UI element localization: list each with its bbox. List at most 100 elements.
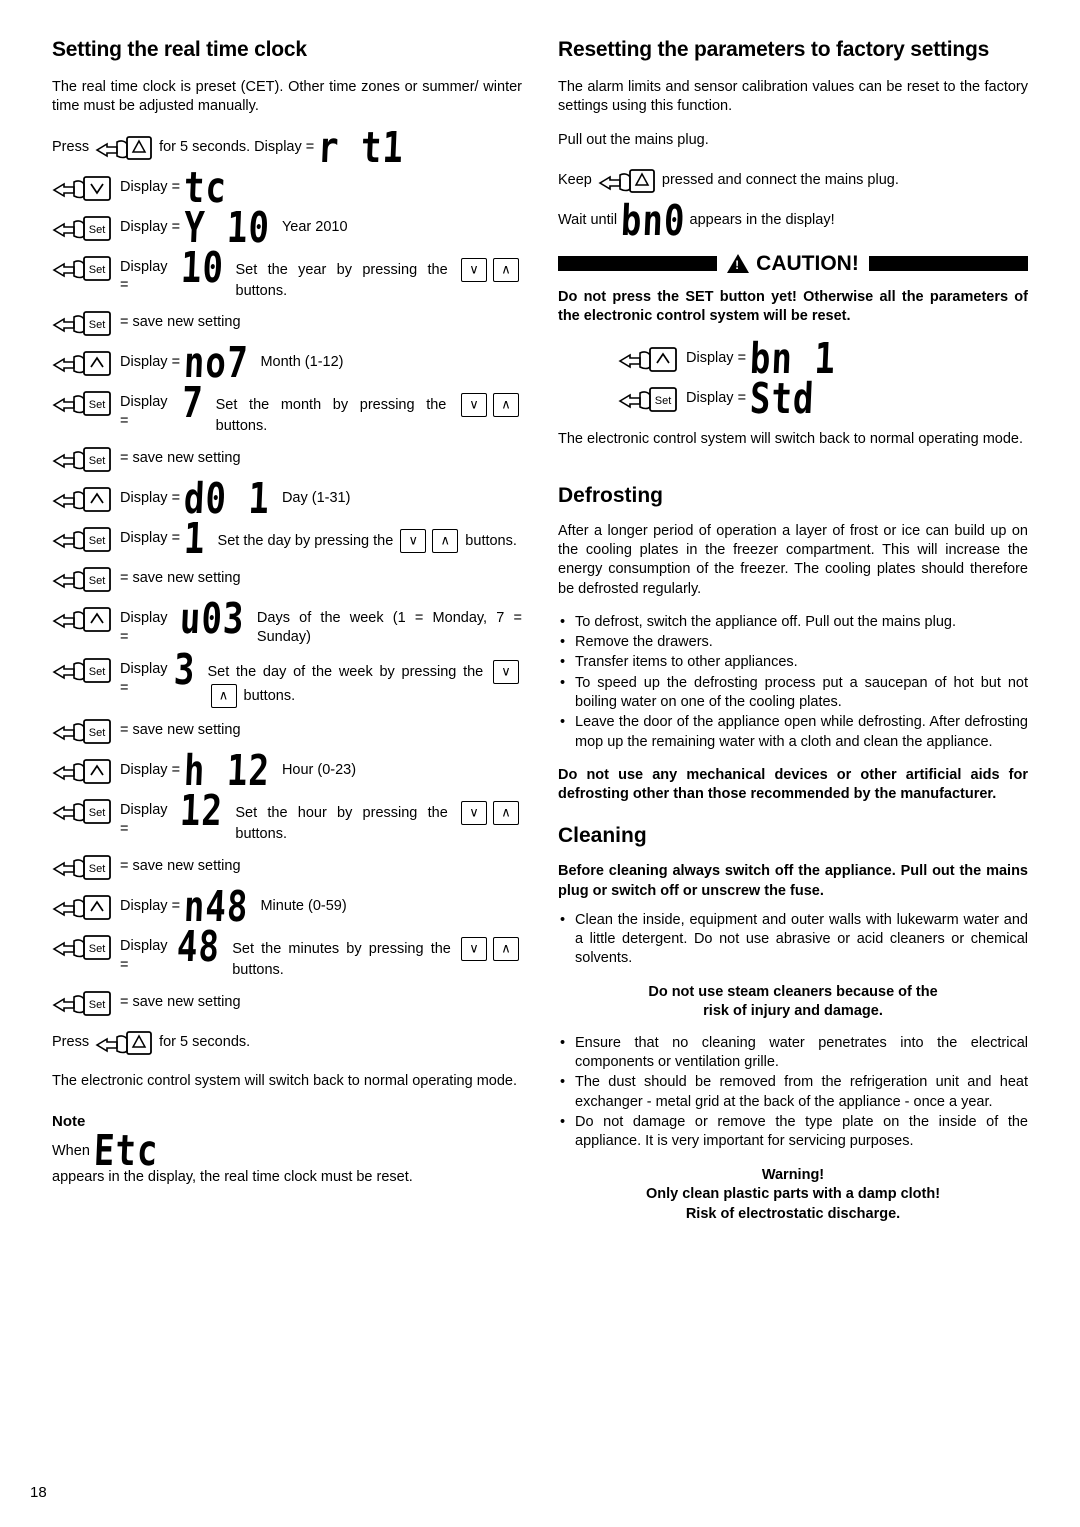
svg-text:Set: Set xyxy=(89,807,106,819)
caution-bar-right xyxy=(868,256,1028,272)
up-key-inline[interactable]: ∧ xyxy=(210,683,237,708)
warning-line-1: Only clean plastic parts with a damp clo… xyxy=(645,1186,941,1203)
step-press-alarm: Press for 5 seconds. Display = r t1 xyxy=(52,123,522,173)
hand-press-set-icon: Set xyxy=(52,211,114,245)
hand-press-up-icon xyxy=(618,342,680,376)
reset-step-0: Display = bn 1 xyxy=(618,334,1028,384)
clock-step-note-11: Set the day of the week by pressing the … xyxy=(208,653,523,708)
press-post-label: for 5 seconds. Display = xyxy=(159,138,315,155)
hand-press-up-icon xyxy=(52,482,114,516)
hand-press-up-icon xyxy=(52,602,114,636)
clock-step-17: Set Display = 48 Set the minutes by pressin… xyxy=(52,922,522,980)
clock-step-label-5: Display = xyxy=(120,394,168,430)
section-title-defrosting: Defrosting xyxy=(558,483,663,507)
hand-press-set-icon: Set xyxy=(52,794,114,828)
clock-step-16: Display = n48 Minute (0-59) xyxy=(52,882,522,932)
display-value-rt1: r t1 xyxy=(317,122,406,173)
cleaning-2-bullet-0: Ensure that no cleaning water penetrates… xyxy=(558,1034,1028,1073)
cleaning-2-bullet-2: Do not damage or remove the type plate o… xyxy=(558,1113,1028,1152)
down-key-inline[interactable]: ∨ xyxy=(461,800,487,825)
clock-step-display-2: 10 xyxy=(179,242,225,293)
section-title-setting-clock: Setting the real time clock xyxy=(52,38,307,61)
cleaning-bullet-list-2: Ensure that no cleaning water penetrates… xyxy=(558,1034,1028,1152)
clock-step-3: Set = save new setting xyxy=(52,306,522,340)
clock-step-label-14: Display = xyxy=(120,801,168,837)
svg-text:Set: Set xyxy=(89,535,106,547)
display-value-bn0: bn0 xyxy=(620,195,687,246)
clock-step-label-16: Display = xyxy=(120,897,181,914)
up-key-inline[interactable]: ∧ xyxy=(493,257,519,282)
down-key-inline[interactable]: ∨ xyxy=(461,257,487,282)
hand-press-set-icon: Set xyxy=(52,442,114,476)
svg-text:Set: Set xyxy=(89,319,106,331)
cleaning-center-note: Do not use steam cleaners because of the… xyxy=(558,983,1028,1022)
hand-press-set-icon: Set xyxy=(52,562,114,596)
clock-step-15: Set = save new setting xyxy=(52,850,522,884)
clock-step-5: Set Display = 7 Set the month by pressing t… xyxy=(52,378,522,436)
clock-step-label-18: = save new setting xyxy=(120,993,241,1010)
defrosting-bullet-2: Transfer items to other appliances. xyxy=(558,653,1028,673)
down-key-inline[interactable]: ∨ xyxy=(400,529,427,554)
clock-step-note-8: Set the day by pressing the ∨ ∧ buttons. xyxy=(218,522,522,554)
reset-step-display-1: Std xyxy=(748,374,816,425)
wait-label: Wait until xyxy=(558,211,618,228)
up-key-inline[interactable]: ∧ xyxy=(432,529,459,554)
press-end-post-label: for 5 seconds. xyxy=(159,1033,251,1050)
up-key-inline[interactable]: ∧ xyxy=(493,393,519,418)
left-column: Setting the real time clock The real tim… xyxy=(52,38,522,1236)
chevron-up-icon: ∧ xyxy=(440,533,451,549)
page-number: 18 xyxy=(30,1484,47,1501)
section-title-reset-params: Resetting the parameters to factory sett… xyxy=(558,38,990,61)
chevron-down-icon: ∨ xyxy=(501,664,511,680)
clock-step-display-14: 12 xyxy=(179,785,225,836)
chevron-down-icon: ∨ xyxy=(469,397,479,413)
svg-text:Set: Set xyxy=(89,264,106,276)
up-key-inline[interactable]: ∧ xyxy=(493,936,519,961)
clock-step-8: Set Display = 1 Set the day by pressing the… xyxy=(52,514,522,564)
cleaning-bold-intro: Before cleaning always switch off the ap… xyxy=(558,863,1028,899)
clock-step-label-3: = save new setting xyxy=(120,314,241,331)
clock-step-display-17: 48 xyxy=(176,921,222,972)
hand-press-set-icon: Set xyxy=(52,850,114,884)
defrosting-bullet-1: Remove the drawers. xyxy=(558,633,1028,653)
clock-step-10: Display = u03 Days of the week (1 = Monday… xyxy=(52,594,522,647)
hand-press-set-icon: Set xyxy=(52,653,114,687)
clock-step-note-10: Days of the week (1 = Monday, 7 = Sunday… xyxy=(256,610,522,646)
clock-step-6: Set = save new setting xyxy=(52,442,522,476)
hand-press-set-icon: Set xyxy=(52,306,114,340)
svg-text:Set: Set xyxy=(89,399,106,411)
down-key-inline[interactable]: ∨ xyxy=(493,659,519,684)
clock-step-label-8: Display = xyxy=(120,530,181,547)
chevron-down-icon: ∨ xyxy=(469,805,479,821)
step-wait-bn0: Wait until bn0 appears in the display! xyxy=(558,196,1028,246)
clock-step-display-5: 7 xyxy=(181,378,205,429)
clock-step-18: Set = save new setting xyxy=(52,986,522,1020)
wait-post-label: appears in the display! xyxy=(689,211,835,228)
clock-step-note-17: Set the minutes by pressing the ∨ ∧ butto… xyxy=(232,930,522,980)
svg-text:Set: Set xyxy=(89,727,106,739)
keep-label: Keep xyxy=(558,171,592,188)
clock-step-label-11: Display = xyxy=(120,660,168,696)
hand-press-set-icon: Set xyxy=(52,386,114,420)
clock-step-2: Set Display = 10 Set the year by pressing t… xyxy=(52,243,522,301)
chevron-up-icon: ∧ xyxy=(501,805,511,821)
hand-press-up-icon xyxy=(52,346,114,380)
reset-step-label-1: Display = xyxy=(686,390,747,407)
chevron-down-icon: ∨ xyxy=(408,533,419,549)
cleaning-center-note-line2: risk of injury and damage. xyxy=(703,1003,883,1020)
clock-steps-list: Display = tc Set Display = Y 10 Year 2010 Set D… xyxy=(52,163,523,1020)
caution-label-text: CAUTION! xyxy=(756,251,859,275)
down-key-inline[interactable]: ∨ xyxy=(461,393,487,418)
down-key-inline[interactable]: ∨ xyxy=(461,936,487,961)
step-keep-alarm-pressed: Keep pressed and connect the mains plug. xyxy=(558,164,1028,198)
clock-step-label-6: = save new setting xyxy=(120,450,241,467)
clock-step-7: Display = d0 1 Day (1-31) xyxy=(52,474,522,524)
cleaning-center-note-line1: Do not use steam cleaners because of the xyxy=(648,983,938,1000)
chevron-up-icon: ∧ xyxy=(218,688,229,704)
up-key-inline[interactable]: ∧ xyxy=(493,800,519,825)
display-value-etc: Etc xyxy=(92,1125,160,1176)
defrosting-bullet-4: Leave the door of the appliance open whi… xyxy=(558,713,1028,752)
reset-step-1: Set Display = Std xyxy=(618,374,1028,424)
cleaning-bullet-list-1: Clean the inside, equipment and outer wa… xyxy=(558,911,1028,969)
intro-paragraph-reset: The alarm limits and sensor calibration … xyxy=(558,79,1028,115)
